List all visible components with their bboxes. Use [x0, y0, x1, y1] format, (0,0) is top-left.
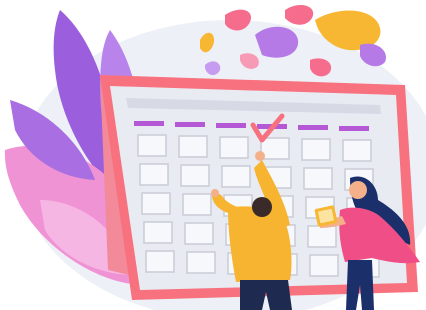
calendar-day-cell: [137, 134, 167, 157]
calendar-day-cell: [309, 254, 339, 277]
calendar-day-cell: [219, 136, 249, 159]
woman-head: [349, 181, 367, 199]
weekday-bar: [175, 122, 205, 127]
weekday-bar: [134, 121, 164, 126]
calendar-day-cell: [184, 222, 214, 245]
calendar-day-cell: [139, 163, 169, 186]
calendar-day-cell: [260, 137, 290, 160]
weekday-bar: [339, 126, 369, 131]
calendar-day-cell: [301, 138, 331, 161]
confetti-pink-2: [285, 4, 314, 25]
man-left-hand: [211, 189, 219, 197]
woman-legs: [346, 260, 374, 310]
calendar-day-cell: [307, 225, 337, 248]
calendar-day-cell: [178, 135, 208, 158]
calendar-day-cell: [186, 251, 216, 274]
man-head: [252, 197, 272, 217]
weekday-bar: [298, 125, 328, 130]
calendar-day-cell: [303, 167, 333, 190]
weekday-bar: [216, 123, 246, 128]
man-hand: [255, 151, 265, 161]
calendar-day-cell: [342, 139, 372, 162]
confetti-purple-1: [255, 26, 299, 58]
man-shirt: [228, 206, 292, 282]
calendar-day-cell: [182, 193, 212, 216]
illustration-canvas: [0, 0, 426, 310]
calendar-day-cell: [143, 221, 173, 244]
calendar-day-cell: [180, 164, 210, 187]
calendar-day-cell: [145, 250, 175, 273]
calendar-illustration: [4, 4, 426, 310]
calendar-day-cell: [221, 165, 251, 188]
calendar-day-cell: [141, 192, 171, 215]
